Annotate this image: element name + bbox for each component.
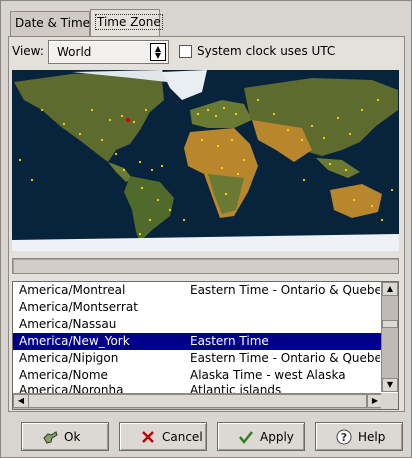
world-map-image xyxy=(12,70,399,251)
apply-button[interactable]: Apply xyxy=(217,422,305,451)
timezone-name: America/Montreal xyxy=(19,283,126,297)
vertical-scroll-thumb[interactable] xyxy=(382,320,398,328)
tab-date-time[interactable]: Date & Time xyxy=(10,11,90,36)
list-item[interactable]: America/Nassau xyxy=(13,316,381,333)
tab-time-zone-label: Time Zone xyxy=(95,14,163,30)
scroll-up-arrow-icon[interactable]: ▲ xyxy=(382,282,398,296)
scroll-corner xyxy=(381,393,398,409)
timezone-description: Eastern Time xyxy=(190,334,269,348)
list-item-selected[interactable]: America/New_York Eastern Time xyxy=(13,333,381,350)
selected-city-marker xyxy=(125,117,131,123)
status-bar xyxy=(12,258,399,274)
horizontal-scrollbar[interactable]: ◀ ▶ xyxy=(13,393,383,409)
timezone-name: America/Montserrat xyxy=(19,300,138,314)
utc-checkbox[interactable] xyxy=(179,45,192,58)
timezone-dialog: Date & Time Time Zone View: World ▲ ▼ Sys… xyxy=(0,0,412,458)
cancel-x-icon xyxy=(142,431,154,443)
checkmark-icon xyxy=(239,431,253,444)
timezone-description: Eastern Time - Ontario & Quebec xyxy=(190,283,380,297)
horizontal-scroll-thumb[interactable] xyxy=(28,394,367,408)
vertical-scrollbar[interactable]: ▲ ▼ xyxy=(381,282,398,392)
list-item[interactable]: America/Montreal Eastern Time - Ontario … xyxy=(13,282,381,299)
timezone-name: America/Nassau xyxy=(19,317,117,331)
scroll-left-arrow-icon[interactable]: ◀ xyxy=(13,394,29,408)
help-question-icon: ? xyxy=(336,429,352,445)
world-map[interactable] xyxy=(12,70,399,251)
cancel-button[interactable]: Cancel xyxy=(119,422,207,451)
tab-time-zone[interactable]: Time Zone xyxy=(90,9,163,37)
cancel-button-label: Cancel xyxy=(162,430,203,444)
ok-button-label: Ok xyxy=(64,430,81,444)
utc-checkbox-label[interactable]: System clock uses UTC xyxy=(197,44,335,58)
list-item[interactable]: America/Nipigon Eastern Time - Ontario &… xyxy=(13,350,381,367)
view-select[interactable]: World ▲ ▼ xyxy=(48,40,169,64)
timezone-name: America/Nome xyxy=(19,368,108,382)
apply-button-label: Apply xyxy=(260,430,294,444)
list-item[interactable]: America/Montserrat xyxy=(13,299,381,316)
timezone-description: Eastern Time - Ontario & Quebec xyxy=(190,351,380,365)
tab-date-time-label: Date & Time xyxy=(15,16,91,30)
view-select-value: World xyxy=(57,45,92,59)
ok-hand-icon xyxy=(43,431,58,444)
ok-button[interactable]: Ok xyxy=(21,422,109,451)
timezone-name: America/New_York xyxy=(19,334,130,348)
help-button-label: Help xyxy=(358,430,386,444)
timezone-name: America/Nipigon xyxy=(19,351,119,365)
timezone-description: Alaska Time - west Alaska xyxy=(190,368,346,382)
view-label: View: xyxy=(12,44,44,58)
timezone-list[interactable]: America/Montreal Eastern Time - Ontario … xyxy=(12,281,399,410)
select-arrows-icon: ▲ ▼ xyxy=(150,43,166,61)
svg-text:?: ? xyxy=(341,431,347,444)
help-button[interactable]: ? Help xyxy=(315,422,403,451)
scroll-down-arrow-icon[interactable]: ▼ xyxy=(382,378,398,392)
